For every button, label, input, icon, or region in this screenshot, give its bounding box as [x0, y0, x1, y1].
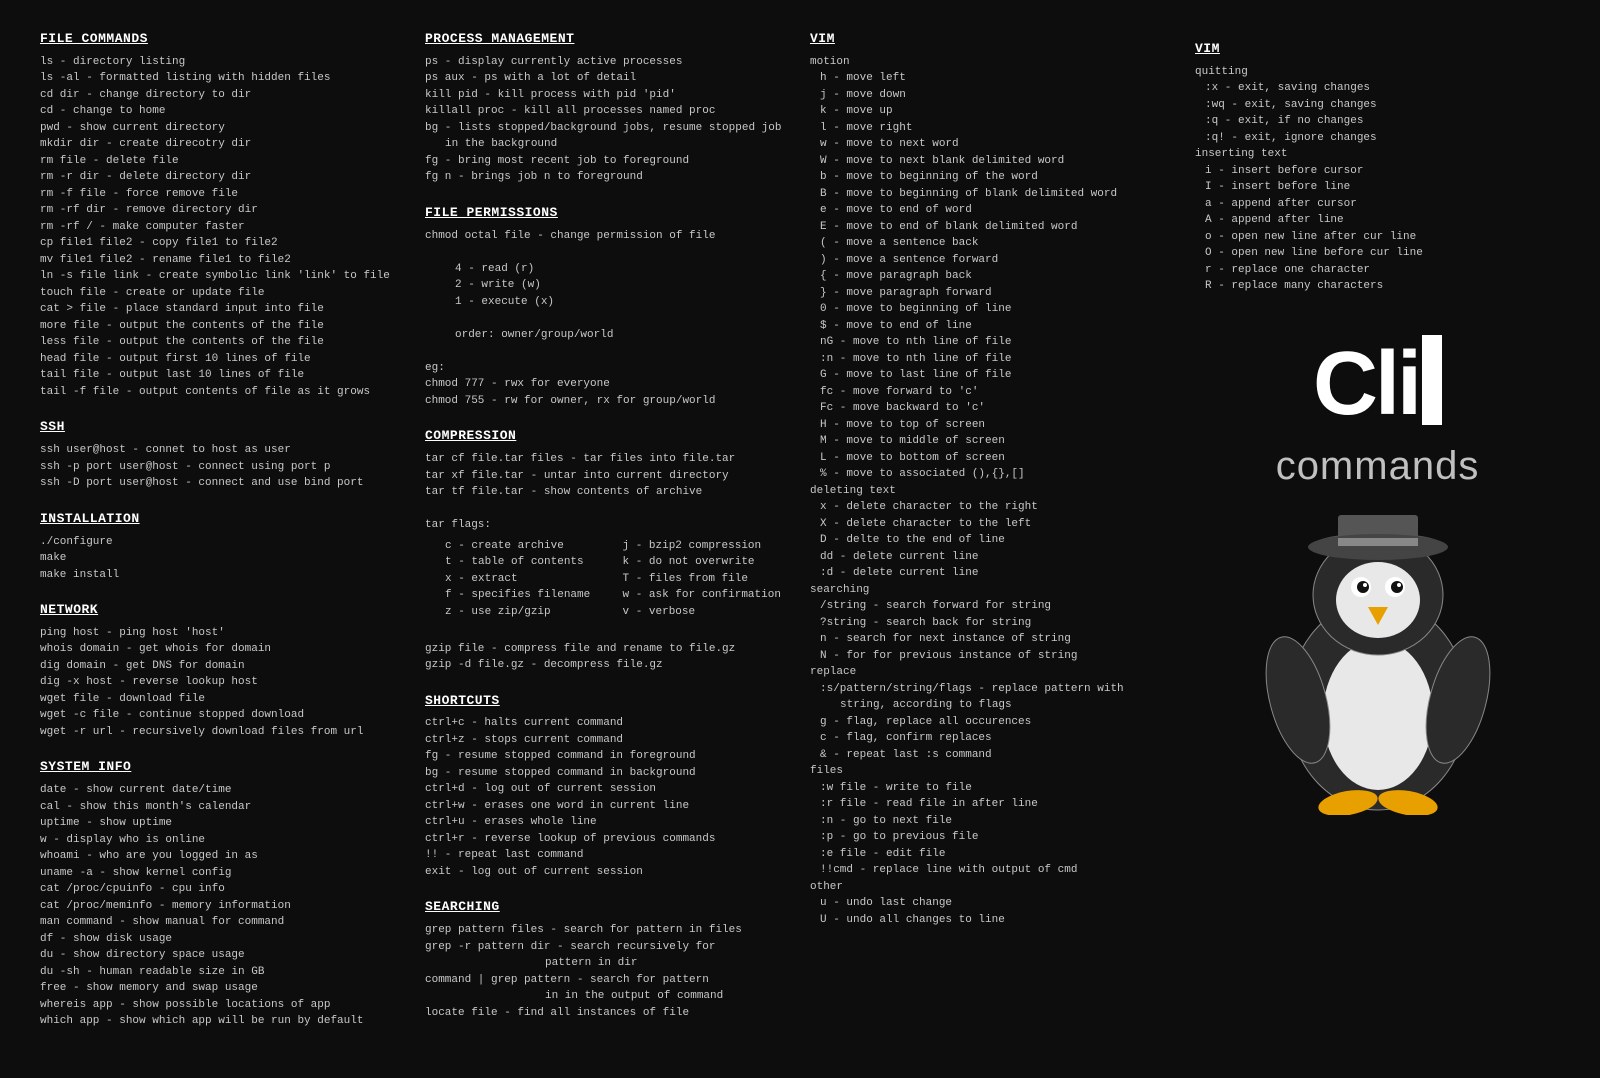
ssh-content: ssh user@host - connet to host as user s… [40, 442, 405, 492]
compression-title: COMPRESSION [425, 427, 790, 446]
file-commands-title: FILE COMMANDS [40, 30, 405, 49]
section-searching: SEARCHING grep pattern files - search fo… [425, 898, 790, 1021]
section-process-management: PROCESS MANAGEMENT ps - display currentl… [425, 30, 790, 186]
file-commands-content: ls - directory listing ls -al - formatte… [40, 54, 405, 401]
section-file-commands: FILE COMMANDS ls - directory listing ls … [40, 30, 405, 400]
section-shortcuts: SHORTCUTS ctrl+c - halts current command… [425, 692, 790, 881]
network-title: NETWORK [40, 601, 405, 620]
installation-title: INSTALLATION [40, 510, 405, 529]
section-ssh: SSH ssh user@host - connet to host as us… [40, 418, 405, 491]
compression-content: tar cf file.tar files - tar files into f… [425, 451, 790, 674]
section-network: NETWORK ping host - ping host 'host' who… [40, 601, 405, 740]
tux-penguin-icon [1238, 515, 1518, 815]
file-permissions-title: FILE PERMISSIONS [425, 204, 790, 223]
column-4: VIM quitting :x - exit, saving changes :… [1195, 30, 1560, 1048]
process-management-title: PROCESS MANAGEMENT [425, 30, 790, 49]
section-file-permissions: FILE PERMISSIONS chmod octal file - chan… [425, 204, 790, 409]
cli-logo-text: Cli [1313, 335, 1442, 429]
cli-logo-area: Cli commands [1195, 335, 1560, 495]
tar-flags-right: j - bzip2 compression k - do not overwri… [623, 538, 791, 621]
cli-cursor [1422, 335, 1442, 425]
column-1: FILE COMMANDS ls - directory listing ls … [40, 30, 405, 1048]
section-vim-col3: VIM motion h - move left j - move down k… [810, 30, 1175, 928]
file-permissions-content: chmod octal file - change permission of … [425, 228, 790, 410]
vim-col3-title: VIM [810, 30, 1175, 49]
searching-title: SEARCHING [425, 898, 790, 917]
tar-flags-table: c - create archive t - table of contents… [445, 538, 790, 621]
section-system-info: SYSTEM INFO date - show current date/tim… [40, 758, 405, 1029]
section-vim-col4: VIM quitting :x - exit, saving changes :… [1195, 40, 1560, 295]
cli-text-part1: Cli [1313, 339, 1419, 429]
system-info-content: date - show current date/time cal - show… [40, 782, 405, 1030]
section-installation: INSTALLATION ./configure make make insta… [40, 510, 405, 583]
searching-content: grep pattern files - search for pattern … [425, 922, 790, 1021]
shortcuts-title: SHORTCUTS [425, 692, 790, 711]
vim-col4-content: quitting :x - exit, saving changes :wq -… [1195, 64, 1560, 295]
section-compression: COMPRESSION tar cf file.tar files - tar … [425, 427, 790, 673]
vim-col3-content: motion h - move left j - move down k - m… [810, 54, 1175, 929]
tar-flags-left: c - create archive t - table of contents… [445, 538, 613, 621]
shortcuts-content: ctrl+c - halts current command ctrl+z - … [425, 715, 790, 880]
cli-commands-text: commands [1276, 437, 1480, 495]
penguin-area [1195, 515, 1560, 815]
vim-col4-title: VIM [1195, 40, 1560, 59]
process-management-content: ps - display currently active processes … [425, 54, 790, 186]
network-content: ping host - ping host 'host' whois domai… [40, 625, 405, 741]
column-2: PROCESS MANAGEMENT ps - display currentl… [425, 30, 790, 1048]
installation-content: ./configure make make install [40, 534, 405, 584]
ssh-title: SSH [40, 418, 405, 437]
page-layout: FILE COMMANDS ls - directory listing ls … [40, 30, 1560, 1048]
column-3: VIM motion h - move left j - move down k… [810, 30, 1175, 1048]
system-info-title: SYSTEM INFO [40, 758, 405, 777]
